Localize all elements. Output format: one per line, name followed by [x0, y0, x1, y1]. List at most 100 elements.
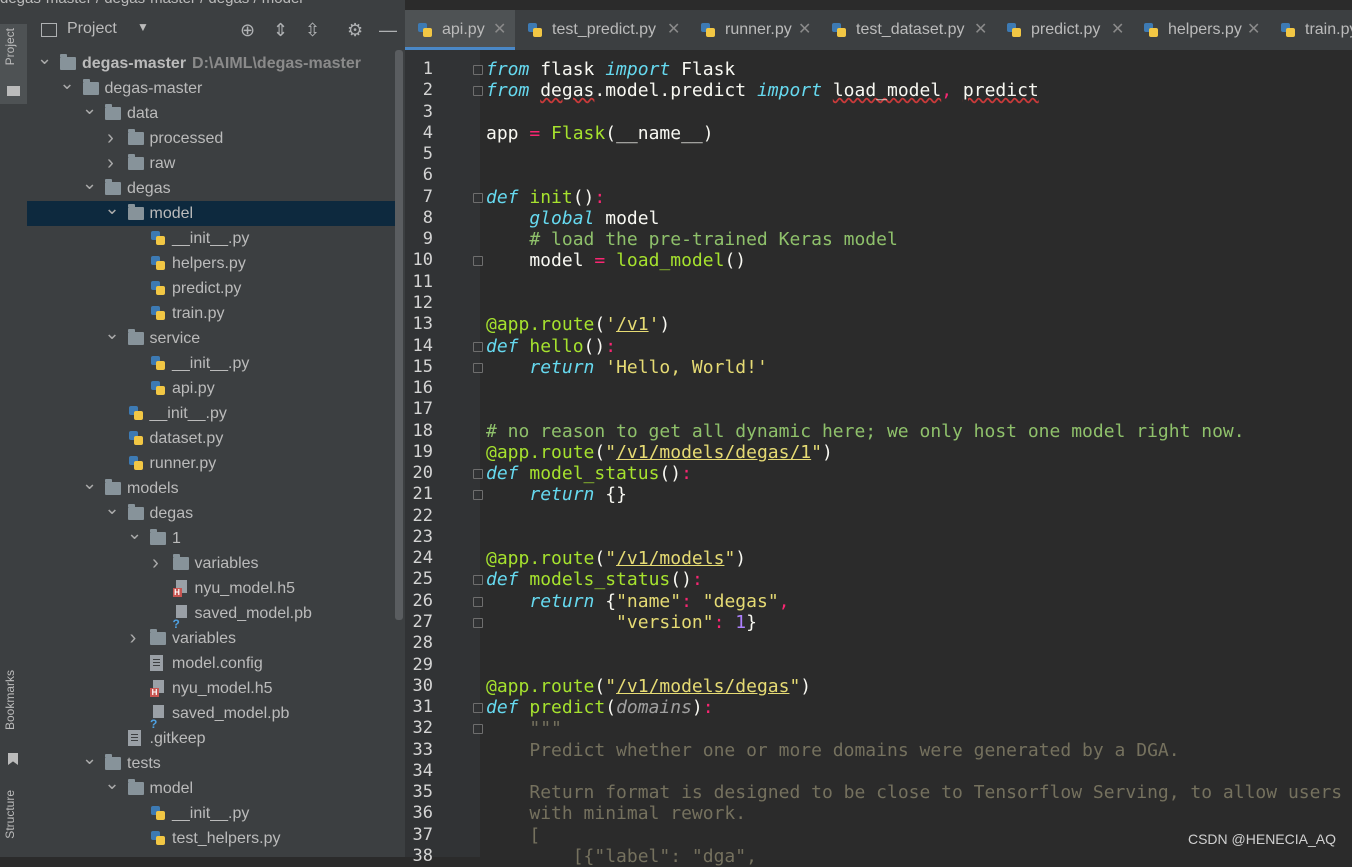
editor-tab[interactable]: train.py: [1268, 10, 1352, 50]
tree-row[interactable]: ⌄ degas: [27, 173, 395, 201]
folder-icon: [127, 204, 144, 220]
tree-row[interactable]: train.py: [27, 301, 395, 326]
bookmark-icon[interactable]: [8, 753, 18, 765]
fold-marker-icon[interactable]: [473, 490, 483, 501]
tree-row[interactable]: ⌄ degas-master D:\AIML\degas-master: [27, 48, 395, 76]
chevron-down-icon[interactable]: ⌄: [105, 496, 120, 521]
close-icon[interactable]: ✕: [667, 10, 680, 50]
chevron-down-icon[interactable]: ⌄: [82, 171, 97, 196]
tree-row[interactable]: Hnyu_model.h5: [27, 676, 395, 701]
line-number: 38: [412, 845, 433, 866]
editor-tab[interactable]: runner.py ✕: [688, 10, 819, 50]
line-number: 32: [412, 718, 433, 739]
collapse-all-icon[interactable]: ⇳: [305, 20, 320, 41]
chevron-right-icon[interactable]: ›: [105, 151, 117, 176]
chevron-down-icon[interactable]: ⌄: [105, 196, 120, 221]
line-number: 30: [412, 675, 433, 696]
editor-tab[interactable]: api.py ✕: [405, 10, 515, 50]
tree-item-label: variables: [172, 630, 237, 647]
tree-row[interactable]: dataset.py: [27, 426, 395, 451]
tree-row[interactable]: ⌄ 1: [27, 523, 395, 551]
tree-row[interactable]: __init__.py: [27, 351, 395, 376]
close-icon[interactable]: ✕: [493, 10, 506, 50]
watermark: CSDN @HENECIA_AQ: [1187, 831, 1336, 847]
chevron-down-icon[interactable]: ⌄: [60, 71, 75, 96]
gear-icon[interactable]: ⚙: [347, 20, 363, 41]
expand-all-icon[interactable]: ⇕: [273, 20, 288, 41]
fold-marker-icon[interactable]: [473, 703, 483, 714]
chevron-right-icon[interactable]: ›: [127, 626, 139, 651]
close-icon[interactable]: ✕: [798, 10, 811, 50]
chevron-right-icon[interactable]: ›: [150, 551, 162, 576]
editor-tab[interactable]: helpers.py ✕: [1131, 10, 1268, 50]
fold-marker-icon[interactable]: [473, 469, 483, 480]
fold-marker-icon[interactable]: [473, 724, 483, 735]
tree-row[interactable]: ⌄ data: [27, 98, 395, 126]
chevron-down-icon[interactable]: ⌄: [37, 46, 52, 71]
python-file-icon: [128, 430, 144, 447]
tree-item-label: models: [127, 480, 179, 497]
fold-marker-icon[interactable]: [473, 256, 483, 267]
code-line: return {}: [529, 484, 627, 506]
fold-marker-icon[interactable]: [473, 362, 483, 373]
folder-icon: [150, 529, 166, 545]
fold-marker-icon[interactable]: [473, 192, 483, 203]
chevron-down-icon[interactable]: ⌄: [82, 746, 97, 771]
close-icon[interactable]: ✕: [974, 10, 987, 50]
project-scrollbar[interactable]: [395, 50, 403, 620]
chevron-down-icon[interactable]: ⌄: [105, 321, 120, 346]
tree-row[interactable]: ⌄ model: [27, 198, 395, 226]
tree-row[interactable]: ⌄ service: [27, 323, 395, 351]
project-view-selector[interactable]: Project: [67, 20, 117, 38]
tree-row[interactable]: __init__.py: [27, 401, 395, 426]
text-file-icon: [127, 730, 141, 746]
tree-item-label: __init__.py: [172, 355, 250, 372]
chevron-down-icon[interactable]: ▼: [137, 20, 149, 34]
line-number: 10: [412, 250, 433, 271]
tree-row[interactable]: helpers.py: [27, 251, 395, 276]
chevron-down-icon[interactable]: ⌄: [127, 521, 142, 546]
tree-row[interactable]: ? saved_model.pb: [27, 701, 395, 731]
tree-row[interactable]: ⌄ degas: [27, 498, 395, 526]
locate-icon[interactable]: ⊕: [240, 20, 255, 41]
tree-row[interactable]: __init__.py: [27, 801, 395, 826]
tree-row[interactable]: test_helpers.py: [27, 826, 395, 851]
bookmarks-tool-button[interactable]: Bookmarks: [3, 670, 17, 730]
fold-marker-icon[interactable]: [473, 341, 483, 352]
close-icon[interactable]: ✕: [1247, 10, 1260, 50]
tree-row[interactable]: Hnyu_model.h5: [27, 576, 395, 601]
close-icon[interactable]: ✕: [1111, 10, 1124, 50]
fold-marker-icon[interactable]: [473, 575, 483, 586]
chevron-right-icon[interactable]: ›: [105, 126, 117, 151]
editor-tab[interactable]: predict.py ✕: [994, 10, 1131, 50]
fold-marker-icon[interactable]: [473, 618, 483, 629]
tree-row[interactable]: › variables: [27, 626, 395, 651]
editor-tab[interactable]: test_predict.py ✕: [515, 10, 688, 50]
fold-marker-icon[interactable]: [473, 65, 483, 75]
fold-marker-icon[interactable]: [473, 86, 483, 97]
tree-row[interactable]: › variables: [27, 551, 395, 576]
structure-tool-button[interactable]: Structure: [3, 790, 17, 839]
tree-row[interactable]: api.py: [27, 376, 395, 401]
tree-row[interactable]: › processed: [27, 126, 395, 151]
editor-tab[interactable]: test_dataset.py ✕: [819, 10, 994, 50]
tree-row[interactable]: ⌄ tests: [27, 748, 395, 776]
project-tool-button[interactable]: Project: [0, 24, 27, 104]
chevron-down-icon[interactable]: ⌄: [105, 771, 120, 796]
python-file-icon: [1143, 22, 1159, 39]
tree-row[interactable]: predict.py: [27, 276, 395, 301]
line-number: 2: [422, 80, 433, 101]
tree-row[interactable]: ⌄ model: [27, 773, 395, 801]
breadcrumb-text: degas-master / degas-master / degas / mo…: [0, 0, 303, 7]
chevron-down-icon[interactable]: ⌄: [82, 96, 97, 121]
tree-row[interactable]: model.config: [27, 651, 395, 676]
line-number-gutter: 1 2 3 4 5 6 7 8 9 10 11 12 13 14 15 16 17 18 19 20 21 22 23 24 2…: [405, 50, 480, 866]
code-editor[interactable]: from flask import Flask from degas.model.…: [480, 50, 1352, 867]
hide-icon[interactable]: —: [379, 20, 397, 41]
line-number: 6: [422, 165, 433, 186]
fold-marker-icon[interactable]: [473, 596, 483, 607]
tree-row[interactable]: __init__.py: [27, 226, 395, 251]
chevron-down-icon[interactable]: ⌄: [82, 471, 97, 496]
tree-row[interactable]: ? saved_model.pb: [27, 601, 395, 631]
tree-row[interactable]: ⌄ models: [27, 473, 395, 501]
